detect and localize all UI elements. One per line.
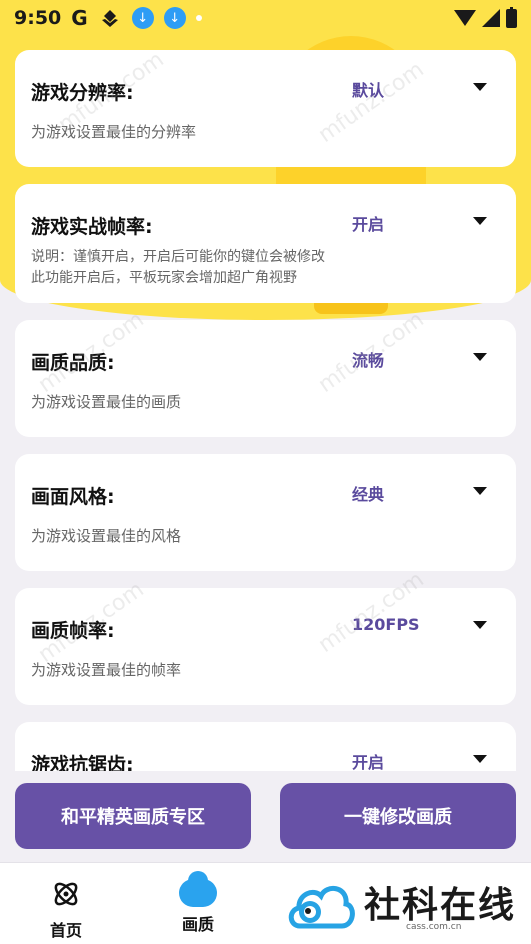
setting-description: 为游戏设置最佳的画质: [31, 392, 181, 413]
cloud-eye-logo-icon: [288, 886, 355, 929]
description-line: 为游戏设置最佳的画质: [31, 393, 182, 411]
setting-card-style[interactable]: 画面风格: 经典 为游戏设置最佳的风格: [15, 454, 516, 571]
setting-card-frame-rate[interactable]: 画质帧率: 120FPS 为游戏设置最佳的帧率: [15, 588, 516, 705]
cloud-icon: [179, 871, 217, 907]
description-line: 说明：谨慎开启，开启后可能你的键位会被修改: [31, 249, 325, 265]
pubg-quality-zone-button[interactable]: 和平精英画质专区: [15, 783, 251, 849]
dropdown-arrow-icon[interactable]: [473, 353, 487, 361]
dropdown-arrow-icon[interactable]: [473, 755, 487, 763]
description-line: 为游戏设置最佳的风格: [31, 527, 182, 545]
google-icon: G: [71, 6, 88, 30]
download-icon: ↓: [163, 7, 186, 29]
setting-card-combat-fps[interactable]: 游戏实战帧率: 开启 说明：谨慎开启，开启后可能你的键位会被修改 此功能开启后，…: [15, 184, 516, 303]
site-logo: 社科在线 cass.com.cn: [286, 874, 516, 938]
setting-description: 为游戏设置最佳的风格: [31, 526, 181, 547]
dropdown-arrow-icon[interactable]: [473, 83, 487, 91]
setting-title: 游戏实战帧率:: [31, 216, 153, 238]
setting-description: 说明：谨慎开启，开启后可能你的键位会被修改 此功能开启后，平板玩家会增加超广角视…: [31, 247, 325, 289]
signal-icon: [482, 9, 500, 27]
action-bar: 和平精英画质专区 一键修改画质: [0, 771, 531, 862]
setting-value[interactable]: 开启: [352, 211, 384, 235]
nav-label-quality: 画质: [181, 915, 214, 934]
battery-icon: [506, 6, 517, 28]
setting-value[interactable]: 开启: [352, 749, 384, 773]
status-time: 9:50: [14, 7, 62, 29]
dropdown-arrow-icon[interactable]: [473, 217, 487, 225]
status-bar: 9:50 G ↓ ↓: [0, 0, 531, 36]
dropdown-arrow-icon[interactable]: [473, 487, 487, 495]
dot-icon: [195, 15, 202, 21]
setting-description: 为游戏设置最佳的分辨率: [31, 122, 196, 143]
nav-label-home: 首页: [49, 921, 82, 940]
nav-item-quality[interactable]: 画质: [163, 871, 233, 935]
atom-icon: [54, 882, 78, 906]
maps-icon: [101, 10, 118, 27]
description-line: 此功能开启后，平板玩家会增加超广角视野: [31, 270, 297, 286]
setting-value[interactable]: 经典: [352, 481, 384, 505]
nav-item-home[interactable]: 首页: [31, 879, 101, 941]
logo-text: 社科在线: [364, 884, 517, 926]
one-click-modify-button[interactable]: 一键修改画质: [280, 783, 516, 849]
dropdown-arrow-icon[interactable]: [473, 621, 487, 629]
setting-title: 画面风格:: [31, 486, 115, 508]
description-line: 为游戏设置最佳的分辨率: [31, 123, 197, 141]
logo-subtext: cass.com.cn: [406, 922, 462, 932]
download-icon: ↓: [131, 7, 154, 29]
wifi-icon: [454, 10, 476, 26]
